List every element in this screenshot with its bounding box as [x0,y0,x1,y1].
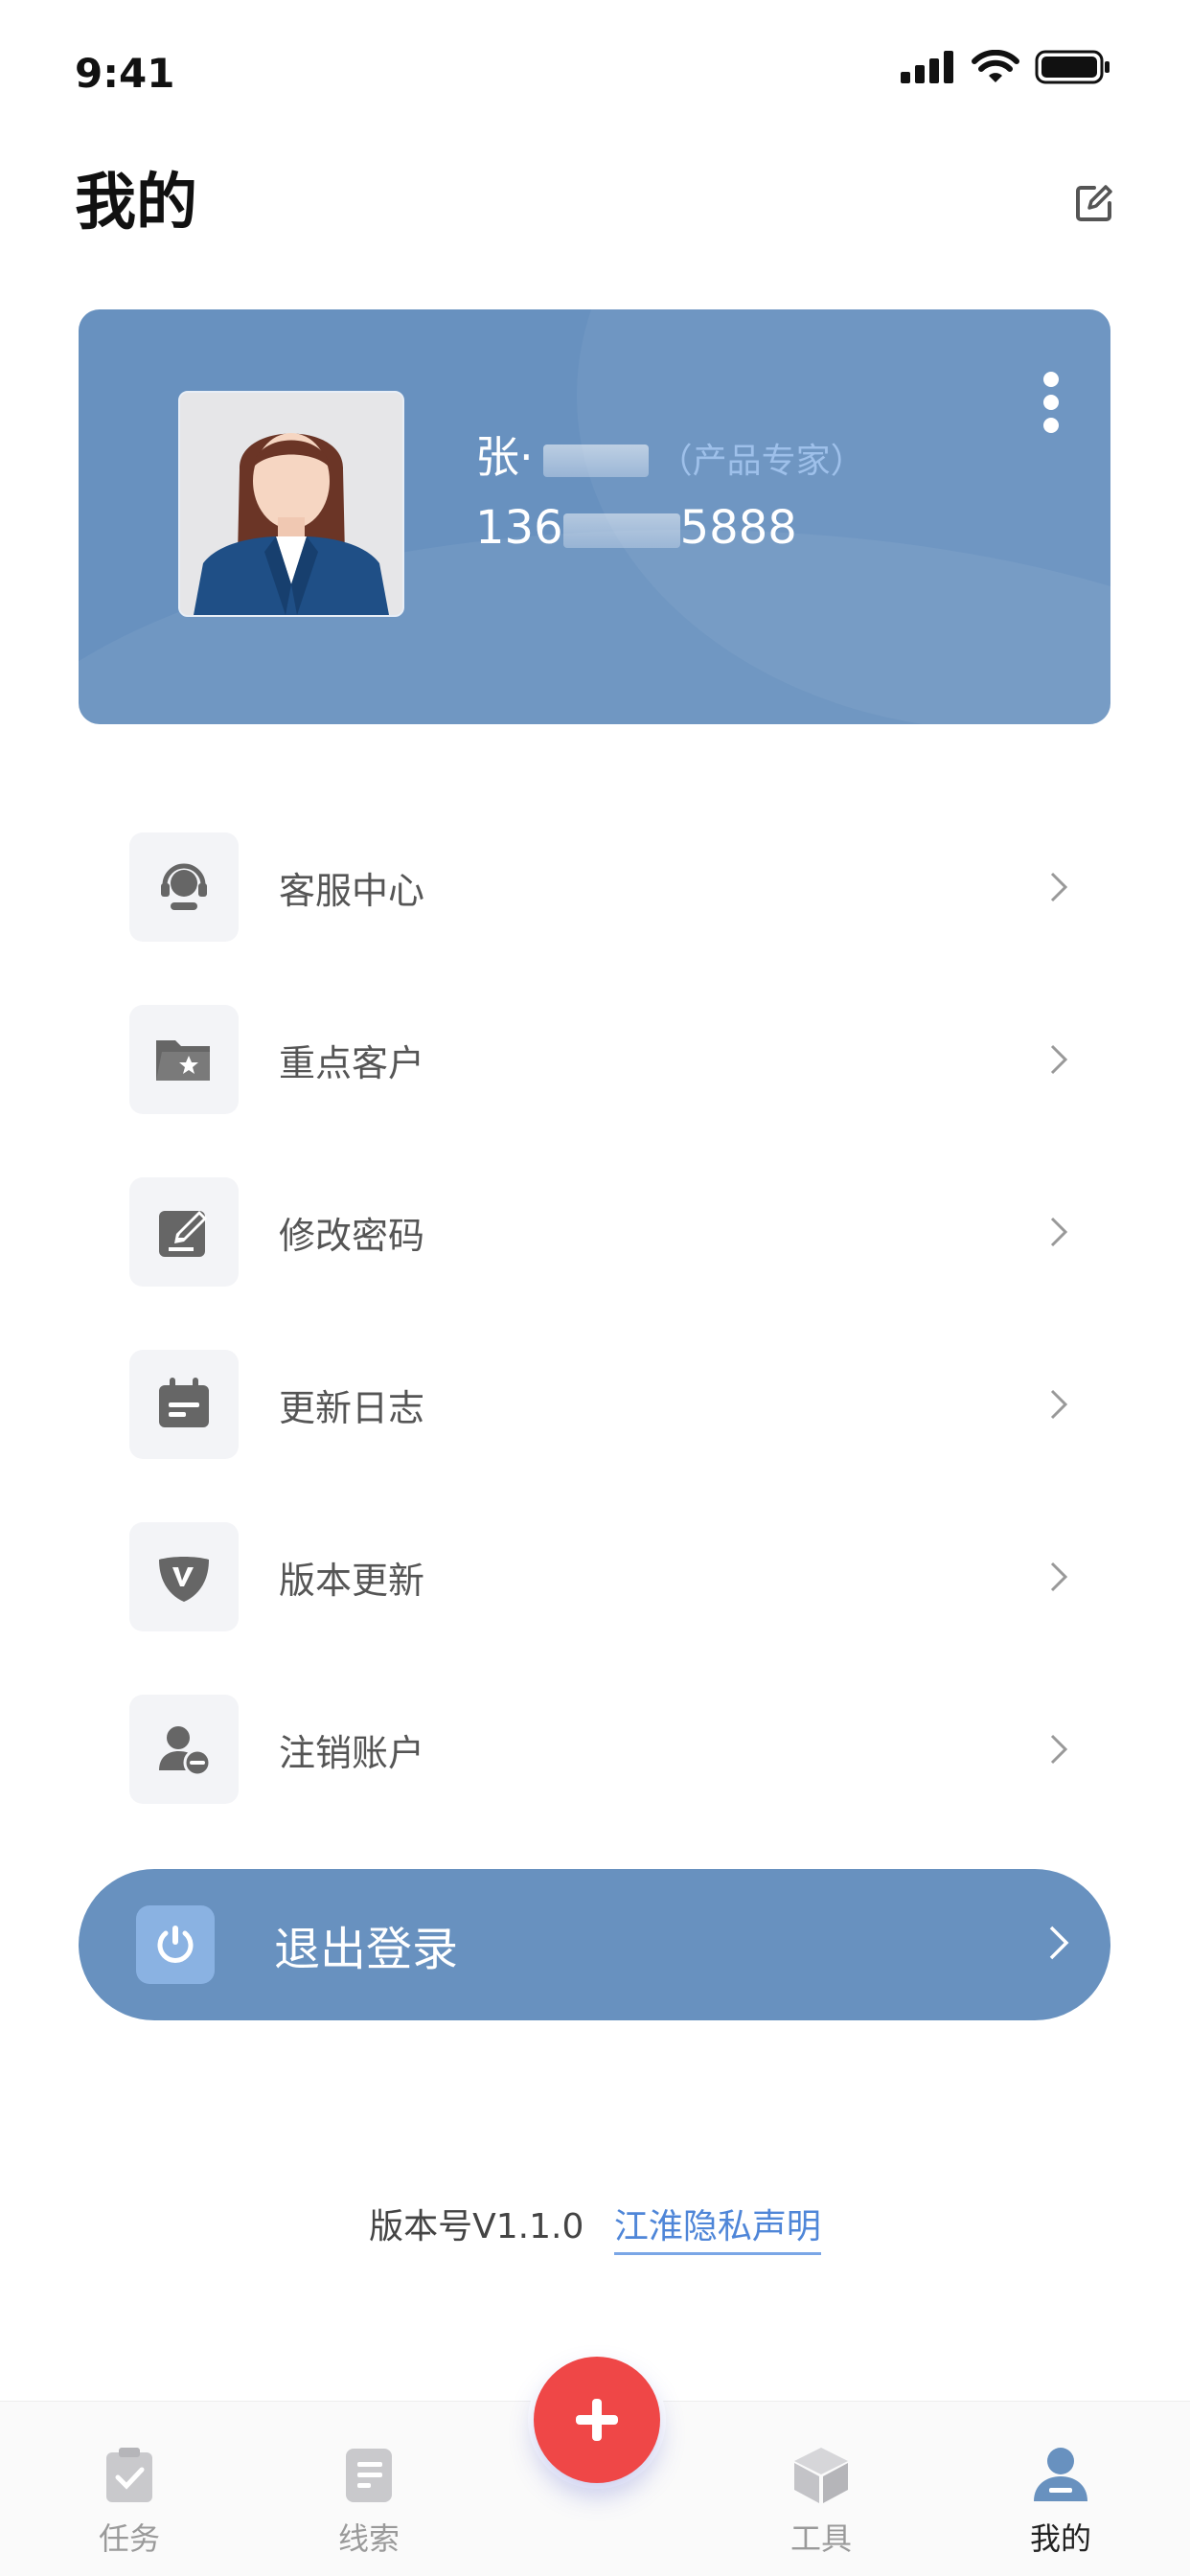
tab-mine[interactable]: 我的 [994,2402,1128,2576]
name-redaction [542,444,649,477]
headset-icon [129,832,239,942]
remove-user-icon [129,1695,239,1804]
menu-label: 更新日志 [279,1386,425,1429]
profile-name: 张· [475,431,534,483]
footer: 版本号V1.1.0 江淮隐私声明 [0,2199,1190,2255]
tab-label: 任务 [98,2520,160,2557]
menu-item-changelog[interactable]: 更新日志 [129,1318,1078,1491]
edit-button[interactable] [1065,174,1123,232]
tab-label: 我的 [1029,2520,1091,2557]
page-title: 我的 [75,168,197,239]
profile-card[interactable]: 张· （产品专家） 136 5888 [79,309,1110,724]
profile-phone: 136 5888 [475,501,797,555]
logout-label: 退出登录 [274,1923,459,1976]
tab-label: 工具 [790,2520,852,2557]
menu-label: 重点客户 [279,1041,425,1084]
power-icon [136,1905,215,1984]
avatar-portrait-icon [180,393,402,615]
plus-icon [576,2399,618,2441]
wifi-icon [972,50,1019,82]
avatar[interactable] [178,391,404,617]
logout-button[interactable]: 退出登录 [79,1869,1110,2020]
menu-item-customer-service[interactable]: 客服中心 [129,801,1078,973]
menu-item-change-password[interactable]: 修改密码 [129,1146,1078,1318]
version-icon [129,1522,239,1631]
menu-label: 注销账户 [279,1731,425,1774]
status-icons [901,48,1111,86]
add-button[interactable] [534,2357,660,2483]
tab-leads[interactable]: 线索 [302,2402,436,2576]
profile-name-line: 张· （产品专家） [475,422,865,486]
status-time: 9:41 [75,50,175,97]
user-icon [1030,2444,1091,2505]
chevron-right-icon [1040,1040,1078,1079]
menu-item-key-customers[interactable]: 重点客户 [129,973,1078,1146]
edit-password-icon [129,1177,239,1287]
profile-role: （产品专家） [657,442,865,481]
menu-item-version-update[interactable]: 版本更新 [129,1491,1078,1663]
phone-suffix: 5888 [679,501,797,555]
menu-label: 修改密码 [279,1214,425,1257]
version-text: 版本号V1.1.0 [369,2207,584,2246]
edit-icon [1076,185,1112,221]
chevron-right-icon [1040,1730,1078,1768]
menu-list: 客服中心 重点客户 修改密码 更新日志 版本更新 注销账户 [129,801,1078,1835]
tab-tasks[interactable]: 任务 [62,2402,196,2576]
battery-icon [1035,50,1110,84]
chevron-right-icon [1040,868,1078,906]
phone-redaction [562,513,680,548]
menu-item-delete-account[interactable]: 注销账户 [129,1663,1078,1835]
tab-label: 线索 [337,2520,400,2557]
tab-tools[interactable]: 工具 [754,2402,888,2576]
chevron-right-icon [1040,1558,1078,1596]
phone-prefix: 136 [475,501,563,555]
chevron-right-icon [1040,1213,1078,1251]
calendar-icon [129,1350,239,1459]
clipboard-icon [99,2444,160,2505]
chevron-right-icon [1047,1924,1070,1966]
menu-label: 客服中心 [279,869,425,912]
chevron-right-icon [1040,1385,1078,1424]
box-icon [790,2444,852,2505]
more-options-icon[interactable] [1040,372,1063,433]
document-icon [338,2444,400,2505]
menu-label: 版本更新 [279,1559,425,1602]
star-folder-icon [129,1005,239,1114]
privacy-link[interactable]: 江淮隐私声明 [613,2207,821,2255]
signal-icon [901,51,953,83]
